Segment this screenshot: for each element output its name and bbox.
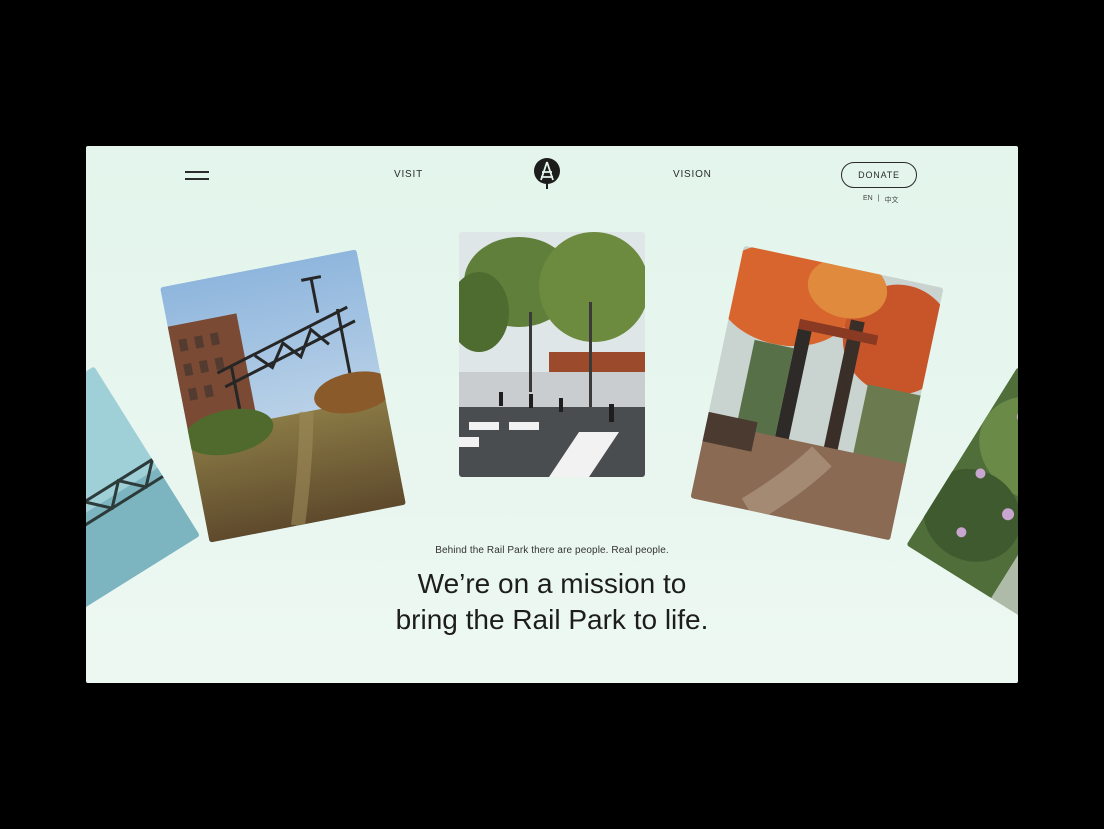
nav-link-vision[interactable]: VISION bbox=[673, 169, 712, 180]
gallery-photo-rail-line[interactable] bbox=[160, 249, 406, 543]
rail-park-logo[interactable] bbox=[533, 158, 561, 190]
hero-tagline: Behind the Rail Park there are people. R… bbox=[435, 545, 669, 556]
hero-headline: We’re on a mission to bring the Rail Par… bbox=[86, 566, 1018, 638]
hero-headline-line1: We’re on a mission to bbox=[417, 568, 687, 599]
lang-separator: | bbox=[877, 195, 880, 202]
donate-button[interactable]: DONATE bbox=[841, 162, 917, 188]
gallery-photo-autumn[interactable] bbox=[690, 245, 944, 541]
nav-link-visit[interactable]: VISIT bbox=[394, 169, 423, 180]
hero-headline-line2: bring the Rail Park to life. bbox=[395, 604, 709, 635]
language-switcher: EN | 中文 bbox=[863, 195, 899, 205]
hamburger-menu-icon[interactable] bbox=[185, 170, 209, 182]
lang-zh-link[interactable]: 中文 bbox=[885, 195, 899, 205]
gallery-photo-plaza[interactable] bbox=[459, 232, 645, 477]
browser-viewport: VISIT VISION DONATE EN | 中文 Behind the R… bbox=[86, 146, 1018, 683]
lang-en-link[interactable]: EN bbox=[863, 195, 873, 205]
